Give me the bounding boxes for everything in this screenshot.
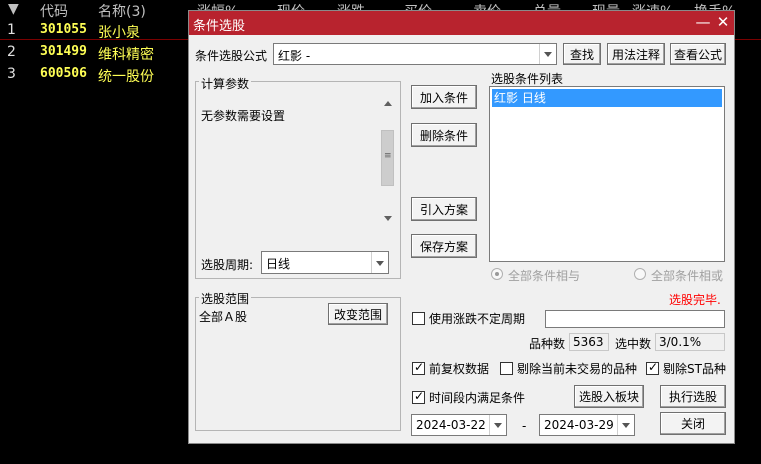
list-item[interactable]: 红影 日线: [492, 89, 722, 107]
condition-list-title: 选股条件列表: [491, 72, 564, 86]
params-group-title: 计算参数: [199, 75, 252, 92]
minimize-icon[interactable]: —: [694, 13, 712, 31]
dialog-title: 条件选股: [193, 19, 246, 34]
count-value: 5363: [569, 333, 609, 351]
to-sector-button[interactable]: 选股入板块: [574, 385, 644, 408]
params-text: 无参数需要设置: [201, 109, 286, 123]
save-plan-button[interactable]: 保存方案: [411, 234, 477, 258]
use-irregular-checkbox[interactable]: [412, 312, 425, 325]
column-name[interactable]: 名称(3): [98, 1, 146, 21]
sort-arrow-icon[interactable]: ▼: [8, 1, 19, 17]
row-index: 3: [7, 66, 16, 82]
condition-list[interactable]: 红影 日线: [489, 86, 725, 262]
chevron-down-icon[interactable]: [539, 44, 556, 64]
stock-name: 张小泉: [98, 25, 140, 41]
row-index: 1: [7, 22, 16, 38]
add-condition-button[interactable]: 加入条件: [411, 85, 477, 109]
date-from-value: 2024-03-22: [416, 418, 486, 432]
delete-condition-button[interactable]: 删除条件: [411, 123, 477, 147]
stock-screener-dialog: 条件选股 — ✕ 条件选股公式 红影 - 查找 用法注释 查看公式 计算参数 无…: [188, 10, 735, 444]
stock-code: 600506: [40, 66, 87, 81]
use-irregular-label: 使用涨跌不定周期: [429, 312, 526, 326]
date-separator: -: [522, 419, 527, 433]
range-group-title: 选股范围: [199, 290, 252, 307]
chevron-down-icon[interactable]: [489, 415, 506, 435]
formula-select[interactable]: 红影 -: [273, 43, 557, 65]
table-row[interactable]: 1 301055 张小泉: [0, 20, 190, 42]
radio-or[interactable]: [634, 268, 646, 280]
find-button[interactable]: 查找: [563, 43, 601, 65]
radio-or-label: 全部条件相或: [651, 269, 724, 283]
date-to-value: 2024-03-29: [544, 418, 614, 432]
period-label: 选股周期:: [201, 258, 254, 272]
exclude-st-label: 剔除ST品种: [663, 362, 726, 376]
params-scrollbar[interactable]: [380, 96, 396, 226]
chevron-down-icon[interactable]: [617, 415, 634, 435]
exclude-untraded-label: 剔除当前未交易的品种: [517, 362, 638, 376]
change-range-button[interactable]: 改变范围: [328, 303, 388, 325]
chevron-down-icon[interactable]: [371, 252, 388, 273]
selected-label: 选中数: [615, 337, 652, 351]
dialog-titlebar[interactable]: 条件选股 — ✕: [189, 11, 734, 35]
row-index: 2: [7, 44, 16, 60]
scroll-thumb[interactable]: [381, 130, 394, 186]
table-row[interactable]: 2 301499 维科精密: [0, 42, 190, 64]
column-code[interactable]: 代码: [40, 1, 68, 21]
close-icon[interactable]: ✕: [714, 13, 732, 31]
radio-and[interactable]: [491, 268, 503, 280]
count-label: 品种数: [529, 337, 566, 351]
exclude-untraded-checkbox[interactable]: [500, 362, 513, 375]
formula-value: 红影 -: [278, 49, 311, 63]
scroll-up-icon[interactable]: [384, 101, 392, 106]
selected-value: 3/0.1%: [655, 333, 725, 351]
time-range-label: 时间段内满足条件: [429, 391, 526, 405]
close-button[interactable]: 关闭: [660, 412, 726, 435]
execute-button[interactable]: 执行选股: [660, 385, 726, 408]
stock-name: 维科精密: [98, 47, 154, 63]
prefq-label: 前复权数据: [429, 362, 490, 376]
formula-label: 条件选股公式: [195, 49, 268, 63]
view-formula-button[interactable]: 查看公式: [670, 43, 726, 65]
exclude-st-checkbox[interactable]: [646, 360, 659, 375]
period-value: 日线: [266, 257, 291, 271]
period-select[interactable]: 日线: [261, 251, 389, 274]
table-row[interactable]: 3 600506 统一股份: [0, 64, 190, 86]
stock-code: 301499: [40, 44, 87, 59]
irregular-field[interactable]: [545, 310, 725, 328]
date-to-picker[interactable]: 2024-03-29: [539, 414, 635, 436]
prefq-checkbox[interactable]: [412, 360, 425, 375]
scroll-down-icon[interactable]: [384, 216, 392, 221]
range-value: 全部Ａ股: [199, 310, 248, 324]
status-text: 选股完毕.: [669, 293, 721, 307]
import-plan-button[interactable]: 引入方案: [411, 197, 477, 221]
radio-and-label: 全部条件相与: [508, 269, 581, 283]
date-from-picker[interactable]: 2024-03-22: [411, 414, 507, 436]
time-range-checkbox[interactable]: [412, 389, 425, 404]
stock-code: 301055: [40, 22, 87, 37]
stock-name: 统一股份: [98, 69, 154, 85]
usage-notes-button[interactable]: 用法注释: [607, 43, 665, 65]
